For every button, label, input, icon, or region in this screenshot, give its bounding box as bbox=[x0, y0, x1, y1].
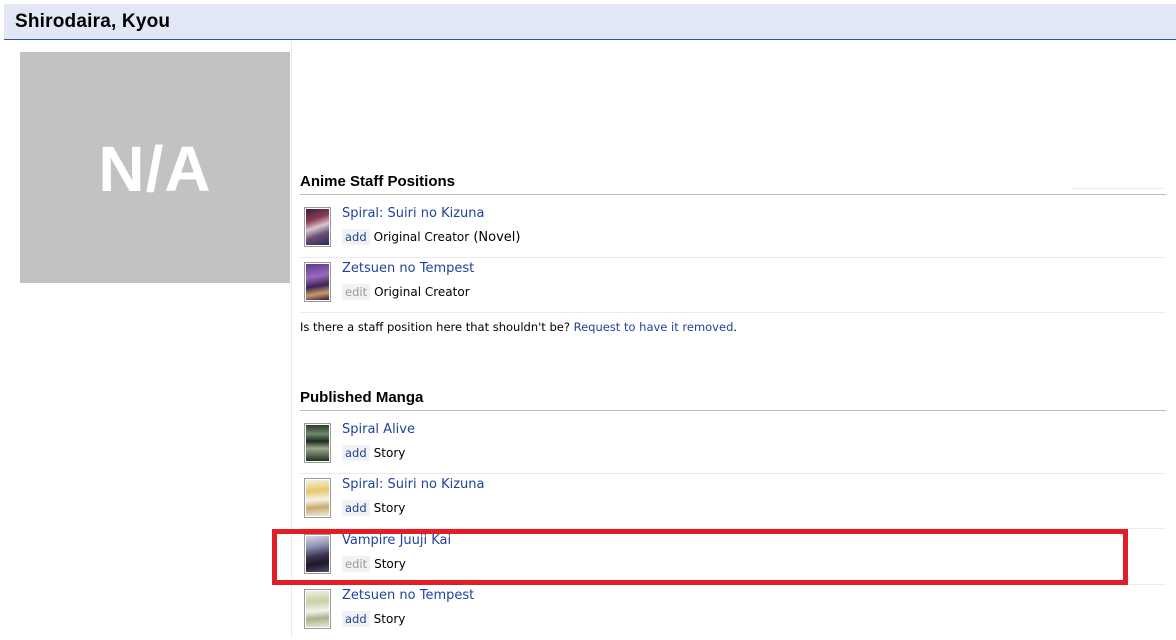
manga-title-link[interactable]: Zetsuen no Tempest bbox=[342, 588, 474, 603]
manga-role: Story bbox=[373, 501, 406, 515]
image-placeholder-text: N/A bbox=[98, 132, 212, 205]
manga-role-line: add Story bbox=[342, 611, 405, 627]
manga-row: Spiral Alive add Story bbox=[300, 419, 1166, 474]
removal-note: Is there a staff position here that shou… bbox=[300, 320, 737, 334]
anime-title-link[interactable]: Zetsuen no Tempest bbox=[342, 261, 474, 276]
removal-note-end: . bbox=[733, 320, 738, 334]
manga-role: Story bbox=[373, 446, 406, 460]
left-sidebar: N/A bbox=[4, 41, 292, 638]
removal-note-text: Is there a staff position here that shou… bbox=[300, 320, 574, 334]
staff-role-line: edit Original Creator bbox=[342, 284, 470, 300]
anime-thumbnail[interactable] bbox=[304, 262, 331, 302]
manga-thumbnail[interactable] bbox=[304, 589, 331, 629]
page-title: Shirodaira, Kyou bbox=[15, 11, 171, 32]
anime-thumbnail[interactable] bbox=[304, 207, 331, 247]
manga-thumbnail[interactable] bbox=[304, 534, 331, 574]
anime-staff-row: Zetsuen no Tempest edit Original Creator bbox=[300, 258, 1166, 313]
add-button[interactable]: add bbox=[342, 611, 370, 627]
manga-thumbnail[interactable] bbox=[304, 478, 331, 518]
add-button[interactable]: add bbox=[342, 500, 370, 516]
manga-thumbnail[interactable] bbox=[304, 423, 331, 463]
manga-title-link[interactable]: Vampire Juuji Kai bbox=[342, 533, 451, 548]
edit-button[interactable]: edit bbox=[342, 284, 371, 300]
manga-role: Story bbox=[374, 557, 406, 571]
manga-row: Zetsuen no Tempest add Story bbox=[300, 585, 1166, 640]
manga-row: Spiral: Suiri no Kizuna add Story bbox=[300, 474, 1166, 529]
manga-role: Story bbox=[373, 612, 406, 626]
page-header: Shirodaira, Kyou bbox=[4, 4, 1176, 40]
anime-title-link[interactable]: Spiral: Suiri no Kizuna bbox=[342, 206, 484, 221]
person-image-placeholder: N/A bbox=[20, 52, 290, 283]
anime-staff-heading: Anime Staff Positions bbox=[300, 173, 1166, 195]
edit-button[interactable]: edit bbox=[342, 556, 371, 572]
staff-role: Original Creator bbox=[374, 285, 470, 299]
staff-role: Original Creator bbox=[373, 230, 470, 244]
divider bbox=[1072, 188, 1164, 189]
add-button[interactable]: add bbox=[342, 445, 370, 461]
published-manga-heading: Published Manga bbox=[300, 389, 1166, 411]
staff-role-extra: (Novel) bbox=[469, 230, 521, 245]
manga-role-line: add Story bbox=[342, 445, 405, 461]
manga-role-line: edit Story bbox=[342, 556, 406, 572]
request-removal-link[interactable]: Request to have it removed bbox=[574, 320, 734, 334]
manga-row: Vampire Juuji Kai edit Story bbox=[300, 530, 1166, 585]
staff-role-line: add Original Creator (Novel) bbox=[342, 229, 520, 245]
manga-title-link[interactable]: Spiral Alive bbox=[342, 422, 415, 437]
add-button[interactable]: add bbox=[342, 229, 370, 245]
manga-title-link[interactable]: Spiral: Suiri no Kizuna bbox=[342, 477, 484, 492]
anime-staff-row: Spiral: Suiri no Kizuna add Original Crea… bbox=[300, 203, 1166, 258]
manga-role-line: add Story bbox=[342, 500, 405, 516]
